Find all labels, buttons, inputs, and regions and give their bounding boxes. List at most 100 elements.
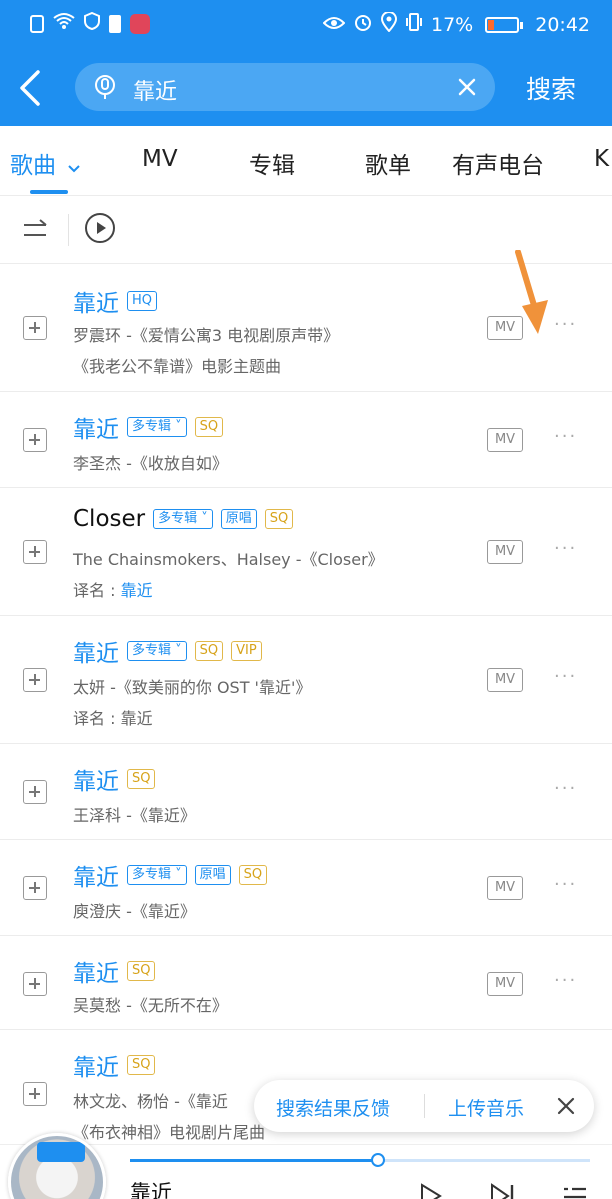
- sq-badge: SQ: [194, 417, 224, 437]
- toolbar-divider: [68, 214, 69, 246]
- progress-knob[interactable]: [371, 1153, 386, 1167]
- alarm-icon: [353, 12, 373, 37]
- song-title[interactable]: 靠近: [73, 762, 119, 796]
- multi-album-label: 多专辑: [132, 643, 172, 658]
- song-artist-album: 林文龙、杨怡 -《靠近: [73, 1092, 228, 1111]
- header: 17% 20:42 靠近 搜索: [0, 0, 612, 126]
- translation-value: 靠近: [120, 581, 153, 600]
- add-to-playlist-icon[interactable]: [23, 668, 47, 692]
- song-row[interactable]: 靠近 多专辑 ˅ SQ 李圣杰 -《收放自如》 MV ···: [0, 392, 612, 488]
- mv-button[interactable]: MV: [487, 876, 523, 900]
- song-title-line: 靠近 SQ: [73, 1048, 156, 1082]
- more-options-icon[interactable]: ···: [554, 970, 577, 991]
- song-translation: 译名 : 靠近: [73, 577, 153, 601]
- add-to-playlist-icon[interactable]: [23, 428, 47, 452]
- song-title[interactable]: 靠近: [73, 284, 119, 318]
- add-to-playlist-icon[interactable]: [23, 876, 47, 900]
- tab-playlist[interactable]: 歌单: [365, 146, 411, 180]
- more-options-icon[interactable]: ···: [554, 666, 577, 687]
- song-title[interactable]: 靠近: [73, 634, 119, 668]
- clear-search-icon[interactable]: [455, 75, 479, 99]
- play-icon[interactable]: [416, 1181, 446, 1199]
- active-tab-indicator: [30, 190, 68, 194]
- song-note: 《布衣神相》电视剧片尾曲: [73, 1123, 266, 1142]
- battery-percent: 17%: [431, 13, 474, 36]
- more-options-icon[interactable]: ···: [554, 426, 577, 447]
- song-row[interactable]: 靠近 多专辑 ˅ SQ VIP 太妍 -《致美丽的你 OST '靠近'》 译名 …: [0, 616, 612, 744]
- add-to-playlist-icon[interactable]: [23, 972, 47, 996]
- song-row[interactable]: 靠近 SQ 吴莫愁 -《无所不在》 MV ···: [0, 936, 612, 1030]
- multi-album-badge[interactable]: 多专辑 ˅: [127, 417, 187, 437]
- search-query[interactable]: 靠近: [133, 74, 177, 106]
- search-button[interactable]: 搜索: [526, 70, 576, 106]
- voice-search-icon[interactable]: [91, 73, 119, 101]
- tab-k[interactable]: K: [594, 146, 609, 172]
- clock: 20:42: [535, 13, 590, 36]
- add-to-playlist-icon[interactable]: [23, 540, 47, 564]
- sq-badge: SQ: [264, 509, 294, 529]
- playlist-icon[interactable]: [560, 1181, 590, 1199]
- back-button[interactable]: [14, 66, 54, 110]
- multi-album-badge[interactable]: 多专辑 ˅: [127, 641, 187, 661]
- song-title[interactable]: 靠近: [73, 410, 119, 444]
- battery-saver-icon: [109, 14, 121, 33]
- song-title-line: 靠近 多专辑 ˅ SQ VIP: [73, 634, 262, 668]
- song-title[interactable]: 靠近: [73, 1048, 119, 1082]
- sq-badge: SQ: [127, 769, 156, 789]
- mv-button[interactable]: MV: [487, 668, 523, 692]
- song-note: 《我老公不靠谱》电影主题曲: [73, 357, 282, 376]
- song-row[interactable]: 靠近 SQ 王泽科 -《靠近》 ···: [0, 744, 612, 840]
- song-artist-album: The Chainsmokers、Halsey -《Closer》: [73, 550, 384, 569]
- multi-select-icon[interactable]: [22, 216, 50, 244]
- search-input[interactable]: 靠近: [75, 63, 495, 111]
- status-bar: 17% 20:42: [0, 0, 612, 50]
- song-title-line: Closer 多专辑 ˅ 原唱 SQ: [73, 506, 294, 532]
- more-options-icon[interactable]: ···: [554, 538, 577, 559]
- play-all-icon[interactable]: [84, 212, 116, 244]
- sq-badge: SQ: [194, 641, 224, 661]
- upload-music-link[interactable]: 上传音乐: [448, 1094, 524, 1121]
- close-icon[interactable]: [554, 1094, 578, 1118]
- song-artist-album: 吴莫愁 -《无所不在》: [73, 996, 228, 1015]
- tab-songs[interactable]: 歌曲: [10, 146, 81, 180]
- original-badge: 原唱: [194, 865, 231, 885]
- more-options-icon[interactable]: ···: [554, 874, 577, 895]
- song-artist-album: 李圣杰 -《收放自如》: [73, 454, 228, 473]
- mv-button[interactable]: MV: [487, 972, 523, 996]
- status-icons-right: 17% 20:42: [322, 11, 590, 37]
- song-artist-album: 王泽科 -《靠近》: [73, 806, 196, 825]
- add-to-playlist-icon[interactable]: [23, 316, 47, 340]
- song-row[interactable]: 靠近 多专辑 ˅ 原唱 SQ 庾澄庆 -《靠近》 MV ···: [0, 840, 612, 936]
- song-title[interactable]: Closer: [73, 506, 145, 532]
- now-playing-title: 靠近: [130, 1181, 172, 1199]
- song-title[interactable]: 靠近: [73, 858, 119, 892]
- mv-button[interactable]: MV: [487, 428, 523, 452]
- vip-badge: VIP: [231, 641, 262, 661]
- cover-logo: [37, 1142, 85, 1162]
- sq-badge: SQ: [127, 961, 156, 981]
- multi-album-badge[interactable]: 多专辑 ˅: [127, 865, 187, 885]
- annotation-arrow-icon: [515, 250, 548, 334]
- more-options-icon[interactable]: ···: [554, 778, 577, 799]
- song-row[interactable]: Closer 多专辑 ˅ 原唱 SQ The Chainsmokers、Hals…: [0, 488, 612, 616]
- next-track-icon[interactable]: [488, 1181, 518, 1199]
- add-to-playlist-icon[interactable]: [23, 1082, 47, 1106]
- multi-album-label: 多专辑: [132, 867, 172, 882]
- song-title-line: 靠近 多专辑 ˅ SQ: [73, 410, 224, 444]
- chevron-down-icon: [67, 154, 81, 180]
- mv-button[interactable]: MV: [487, 540, 523, 564]
- status-icons-left: [30, 11, 150, 35]
- notification-icon: [30, 14, 44, 33]
- add-to-playlist-icon[interactable]: [23, 780, 47, 804]
- sq-badge: SQ: [127, 1055, 156, 1075]
- tab-album[interactable]: 专辑: [249, 146, 295, 180]
- playback-progress-bar[interactable]: [130, 1153, 590, 1167]
- tab-mv[interactable]: MV: [142, 146, 178, 172]
- song-title-line: 靠近 HQ: [73, 284, 158, 318]
- search-feedback-link[interactable]: 搜索结果反馈: [276, 1094, 390, 1121]
- hq-badge: HQ: [127, 291, 158, 311]
- tab-audio-radio[interactable]: 有声电台: [452, 146, 544, 180]
- multi-album-badge[interactable]: 多专辑 ˅: [153, 509, 213, 529]
- song-title[interactable]: 靠近: [73, 954, 119, 988]
- eye-icon: [322, 14, 346, 36]
